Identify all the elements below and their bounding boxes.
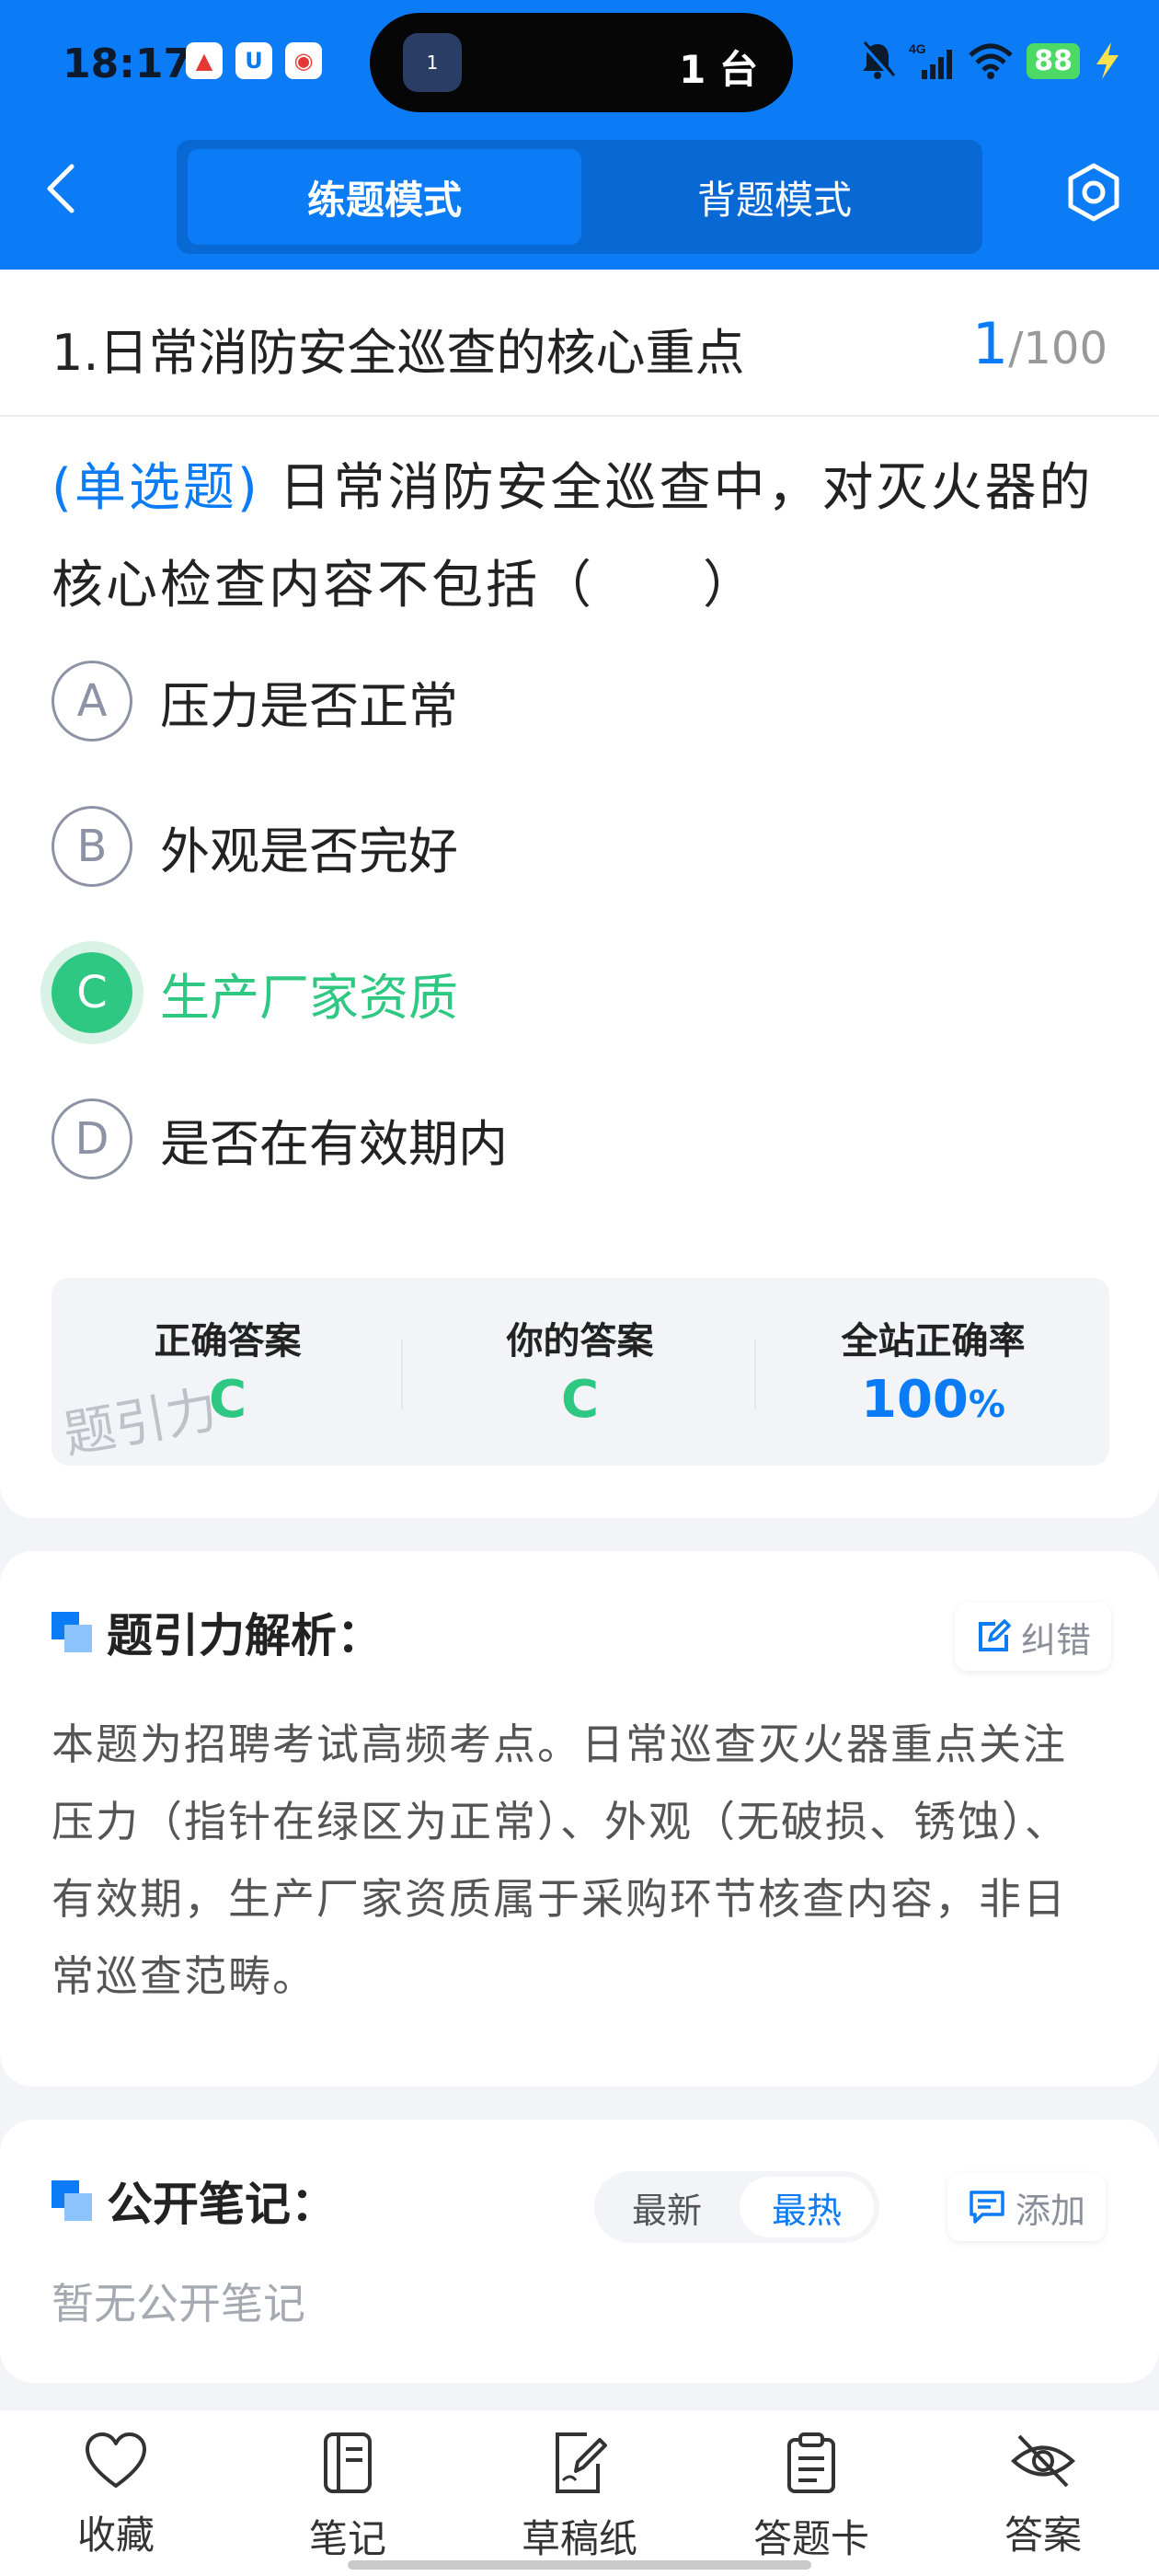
analysis-card: 题引力解析： 纠错 本题为招聘考试高频考点。日常巡查灭火器重点关注压力（指针在绿…: [0, 1551, 1159, 2087]
favorite-label: 收藏: [76, 2513, 155, 2558]
section-squares-icon: [52, 1612, 92, 1652]
home-indicator[interactable]: [348, 2560, 811, 2570]
signal-icon: 4G: [909, 41, 953, 79]
settings-button[interactable]: [1063, 162, 1124, 223]
answer-sheet-label: 答题卡: [752, 2516, 869, 2561]
question-type: (单选题): [52, 458, 260, 518]
analysis-heading: 题引力解析：: [52, 1603, 383, 1662]
divider: [754, 1339, 756, 1409]
accuracy-label: 全站正确率: [841, 1320, 1026, 1363]
nav-bar: 练题模式 背题模式: [0, 129, 1159, 270]
question-title: 1.日常消防安全巡查的核心重点: [52, 324, 745, 382]
comment-icon: [970, 2191, 1004, 2224]
sort-hottest[interactable]: 最热: [740, 2177, 874, 2237]
option-text: 生产厂家资质: [160, 968, 458, 1027]
tab-practice-mode[interactable]: 练题模式: [188, 149, 581, 245]
island-text: 1 台: [679, 47, 758, 92]
option-letter: D: [52, 1098, 132, 1179]
question-counter[interactable]: 1/100: [972, 310, 1107, 377]
notes-heading: 公开笔记：: [52, 2171, 337, 2231]
chevron-left-icon: [47, 164, 75, 213]
section-squares-icon: [52, 2180, 92, 2221]
battery-level: 88: [1027, 42, 1080, 79]
dynamic-island[interactable]: 1 1 台: [370, 13, 793, 112]
charging-bolt-icon: [1096, 42, 1119, 79]
question-current: 1: [971, 310, 1009, 377]
draft-edit-icon: [556, 2432, 607, 2493]
analysis-title: 题引力解析：: [107, 1609, 383, 1662]
option-text: 是否在有效期内: [160, 1114, 508, 1173]
bottom-toolbar: 收藏 笔记 草稿纸 答题卡 答案: [0, 2410, 1159, 2576]
correction-label: 纠错: [1021, 1619, 1092, 1661]
status-app-icon-1: ▲: [186, 42, 223, 79]
mute-bell-icon: [861, 41, 896, 79]
island-badge: 1: [426, 52, 439, 74]
notes-sort-toggle: 最新 最热: [594, 2171, 879, 2243]
add-note-button[interactable]: 添加: [947, 2173, 1107, 2241]
edit-pencil-icon: [979, 1619, 1011, 1651]
question-total: /100: [1008, 323, 1107, 374]
clipboard-icon: [787, 2432, 835, 2493]
option-b[interactable]: B 外观是否完好: [52, 805, 1063, 888]
correct-answer-label: 正确答案: [154, 1320, 302, 1363]
option-a[interactable]: A 压力是否正常: [52, 660, 1063, 742]
accuracy-value: 100%: [757, 1370, 1109, 1430]
option-text: 压力是否正常: [160, 676, 458, 735]
correct-answer-col: 正确答案 C 题引力: [52, 1278, 404, 1466]
analysis-text: 本题为招聘考试高频考点。日常巡查灭火器重点关注压力（指针在绿区为正常）、外观（无…: [52, 1719, 1069, 2001]
correction-button[interactable]: 纠错: [955, 1603, 1112, 1671]
status-time: 18:17: [63, 40, 192, 87]
option-d[interactable]: D 是否在有效期内: [52, 1098, 1063, 1180]
accuracy-col: 全站正确率 100%: [757, 1278, 1109, 1466]
notes-button[interactable]: 笔记: [265, 2431, 430, 2569]
show-answer-button[interactable]: 答案: [960, 2431, 1126, 2569]
notebook-icon: [324, 2432, 372, 2493]
show-answer-label: 答案: [1004, 2513, 1082, 2558]
your-answer-label: 你的答案: [506, 1320, 654, 1363]
eye-off-icon: [1011, 2434, 1075, 2488]
wifi-icon: [969, 43, 1013, 79]
sort-latest[interactable]: 最新: [600, 2177, 734, 2237]
option-c[interactable]: C 生产厂家资质: [52, 951, 1063, 1034]
status-bar: 18:17 ▲ U ◉ 1 1 台 4G 88: [0, 0, 1159, 129]
add-note-label: 添加: [1016, 2190, 1086, 2231]
notes-empty-text: 暂无公开笔记: [52, 2279, 305, 2329]
option-letter: B: [52, 806, 132, 887]
heart-icon: [86, 2432, 146, 2488]
network-label: 4G: [909, 41, 926, 56]
mode-switch: 练题模式 背题模式: [177, 140, 982, 254]
notes-label: 笔记: [308, 2516, 386, 2561]
status-app-icon-3: ◉: [285, 42, 322, 79]
tab-review-mode[interactable]: 背题模式: [578, 149, 971, 245]
status-indicators: 4G 88: [859, 35, 1122, 86]
broadcast-icon: 1: [403, 33, 462, 92]
divider: [401, 1339, 403, 1409]
status-app-icon-2: U: [235, 42, 272, 79]
back-button[interactable]: [42, 156, 98, 221]
option-letter: A: [52, 661, 132, 742]
favorite-button[interactable]: 收藏: [33, 2431, 199, 2569]
answer-sheet-button[interactable]: 答题卡: [729, 2431, 894, 2569]
question-text: (单选题) 日常消防安全巡查中，对灭火器的核心检查内容不包括（ ）: [52, 440, 1119, 635]
option-text: 外观是否完好: [160, 822, 458, 880]
question-header: 1.日常消防安全巡查的核心重点 1/100: [0, 270, 1159, 417]
app-header: 18:17 ▲ U ◉ 1 1 台 4G 88 练题模式 背题模式: [0, 0, 1159, 270]
settings-hexagon-icon: [1068, 163, 1119, 222]
answer-summary: 正确答案 C 题引力 你的答案 C 全站正确率 100%: [52, 1278, 1109, 1466]
your-answer-col: 你的答案 C: [404, 1278, 756, 1466]
your-answer-value: C: [560, 1370, 600, 1430]
option-letter: C: [52, 952, 132, 1033]
question-card: 1.日常消防安全巡查的核心重点 1/100 (单选题) 日常消防安全巡查中，对灭…: [0, 270, 1159, 1518]
accuracy-number: 100: [861, 1370, 969, 1430]
notes-title: 公开笔记：: [107, 2178, 337, 2231]
accuracy-unit: %: [968, 1384, 1005, 1426]
notes-card: 公开笔记： 最新 最热 添加 暂无公开笔记: [0, 2120, 1159, 2383]
draft-paper-button[interactable]: 草稿纸: [497, 2431, 662, 2569]
draft-paper-label: 草稿纸: [521, 2516, 637, 2561]
